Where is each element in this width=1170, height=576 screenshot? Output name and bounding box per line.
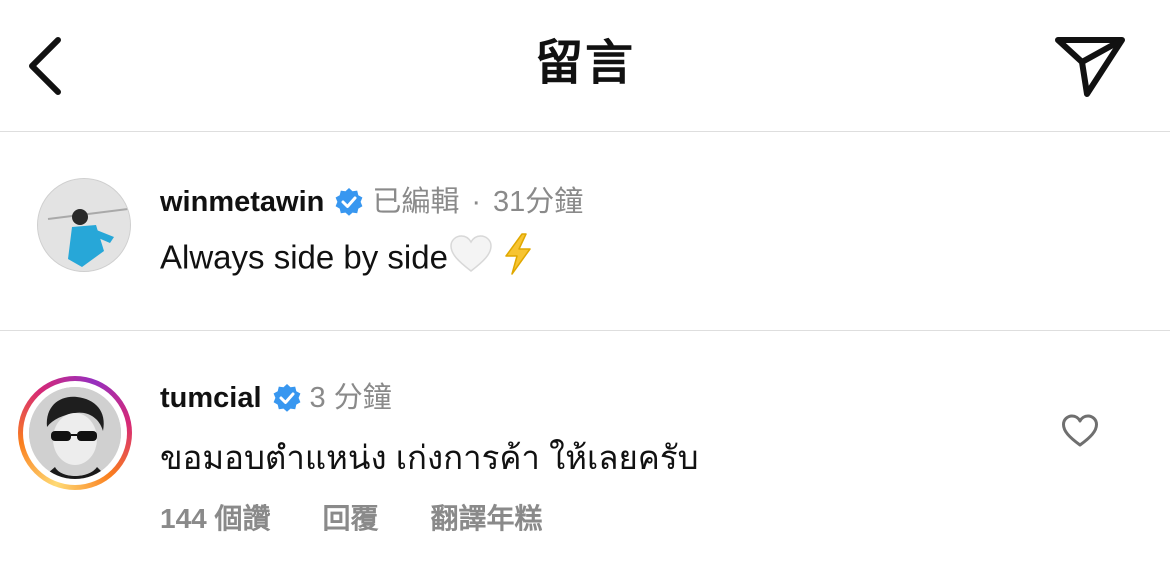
avatar[interactable] bbox=[37, 178, 131, 272]
profile-photo bbox=[29, 387, 121, 479]
white-heart-emoji bbox=[448, 233, 494, 287]
reply-button[interactable]: 回覆 bbox=[323, 499, 379, 539]
comment-text: ขอมอบตำแหน่ง เก่งการค้า ให้เลยครับ bbox=[160, 439, 699, 476]
paper-plane-icon bbox=[1055, 37, 1125, 97]
verified-badge-icon bbox=[272, 383, 302, 413]
username[interactable]: tumcial bbox=[160, 378, 262, 418]
comment-meta: tumcial 3 分鐘 bbox=[160, 378, 392, 418]
username[interactable]: winmetawin bbox=[160, 182, 324, 222]
timestamp: 31分鐘 bbox=[493, 186, 584, 218]
caption-text-content: Always side by side bbox=[160, 238, 448, 276]
separator: · bbox=[471, 186, 482, 218]
timestamp: 3 分鐘 bbox=[309, 382, 392, 414]
likes-count-link[interactable]: 144 個讚 bbox=[160, 499, 271, 539]
heart-outline-icon bbox=[1062, 414, 1098, 447]
like-button[interactable] bbox=[1058, 411, 1102, 451]
verified-badge-icon bbox=[334, 187, 364, 217]
translate-button[interactable]: 翻譯年糕 bbox=[431, 499, 543, 539]
edited-label: 已編輯 bbox=[372, 186, 460, 218]
story-ring[interactable] bbox=[18, 376, 132, 490]
comment-item: tumcial 3 分鐘 ขอมอบตำแหน่ง เก่งการค้า ให้… bbox=[0, 331, 1170, 576]
post-caption: winmetawin 已編輯 · 31分鐘 Always side by sid… bbox=[0, 132, 1170, 331]
page-title: 留言 bbox=[534, 37, 635, 90]
share-button[interactable] bbox=[1048, 28, 1132, 104]
comments-header: 留言 bbox=[0, 0, 1170, 132]
comment-actions: 144 個讚 回覆 翻譯年糕 bbox=[160, 499, 543, 539]
caption-meta: winmetawin 已編輯 · 31分鐘 bbox=[160, 182, 583, 222]
lightning-emoji bbox=[500, 232, 536, 288]
profile-photo bbox=[38, 179, 130, 271]
avatar bbox=[29, 387, 121, 479]
caption-text: Always side by side bbox=[160, 232, 536, 288]
